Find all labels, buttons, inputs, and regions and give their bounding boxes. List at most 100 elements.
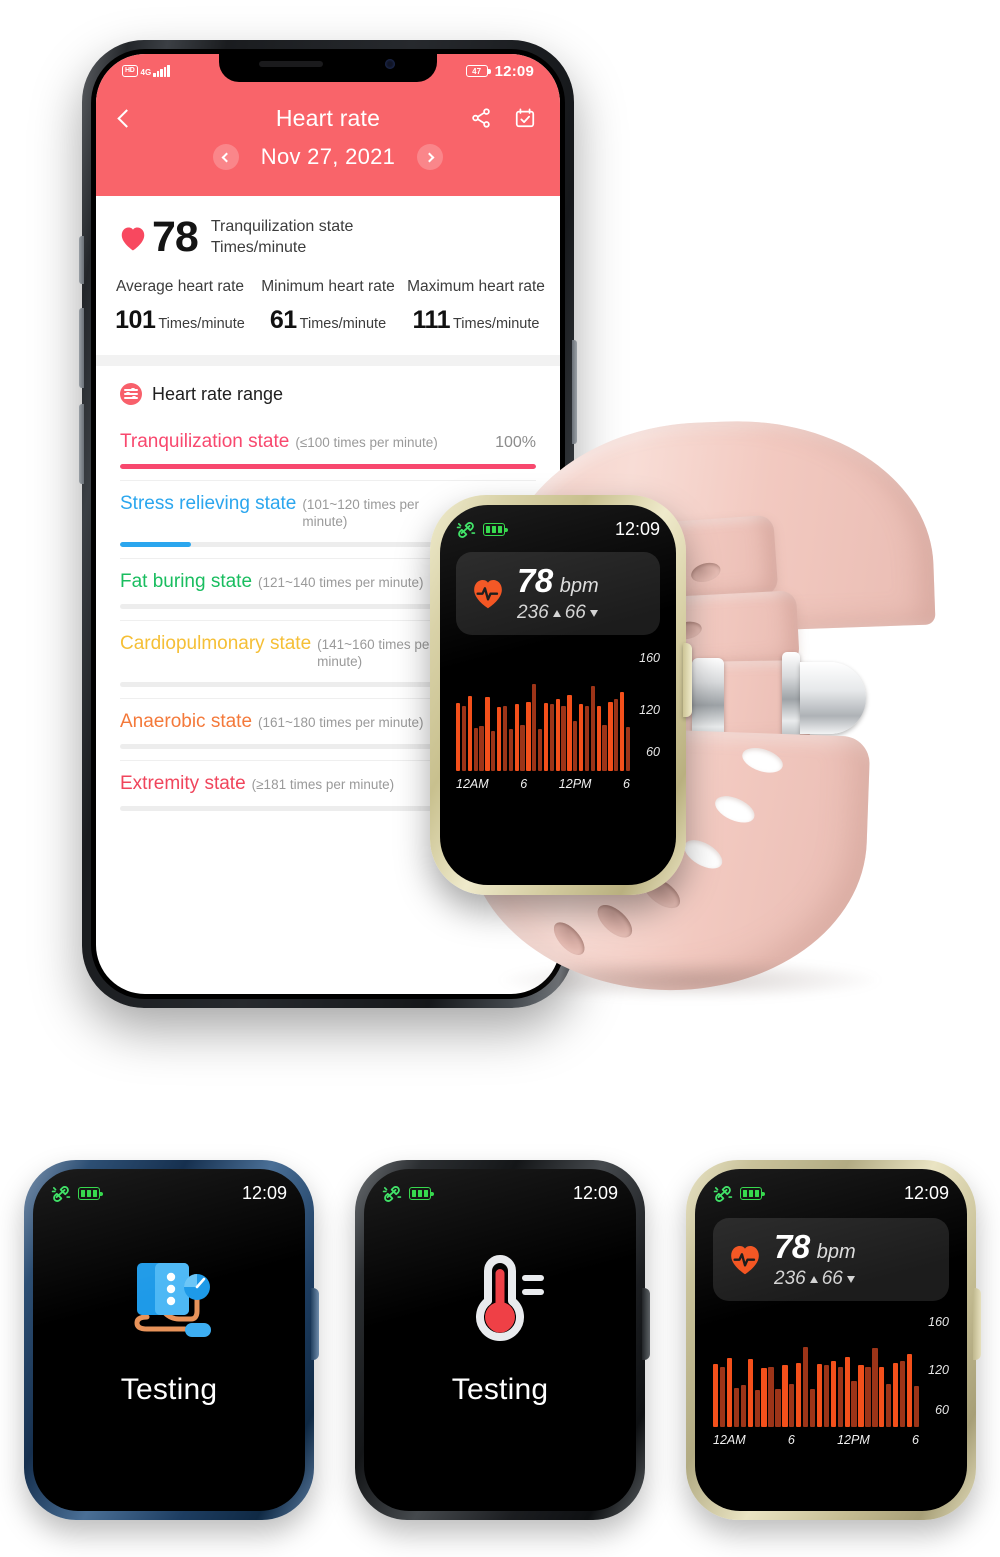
metric-unit: Times/minute [158, 316, 245, 333]
x-axis-labels: 12AM 6 12PM 6 [456, 777, 630, 791]
calendar-check-icon[interactable] [514, 107, 536, 129]
chart-bar [508, 729, 513, 771]
watch-screen: 12:09 78 bpm 236 66 160 120 60 12AM 6 12… [440, 505, 676, 885]
chart-bar [538, 729, 543, 771]
main-watch-product: 12:09 78 bpm 236 66 160 120 60 12AM 6 12… [430, 400, 1000, 1040]
chart-bar [754, 1389, 760, 1427]
chart-bar [740, 1385, 747, 1427]
bpm-max-value: 236 [774, 1268, 806, 1289]
metric-unit: Times/minute [299, 316, 387, 333]
chart-bars [456, 667, 631, 771]
chart-bar [625, 727, 631, 771]
watch-screen: 12:09 Testing [364, 1169, 636, 1511]
watch-side-button[interactable] [973, 1288, 981, 1360]
chart-bar [461, 706, 467, 771]
watch-side-button[interactable] [311, 1288, 319, 1360]
prev-day-button[interactable] [212, 144, 239, 170]
app-navbar: Heart rate [96, 88, 560, 144]
bpm-minmax-row: 236 66 [774, 1268, 856, 1290]
heart-pulse-icon [731, 1245, 759, 1275]
chart-bar [514, 703, 519, 771]
thermometer-icon [476, 1255, 544, 1341]
chart-bar [768, 1367, 774, 1427]
bpm-unit: bpm [816, 1241, 856, 1263]
band-hole [591, 899, 638, 944]
heart-rate-values: 78 bpm 236 66 [774, 1228, 856, 1290]
current-unit-label: Times/minute [210, 238, 307, 256]
x-tick-label: 6 [787, 1433, 795, 1447]
battery-full-icon [409, 1187, 434, 1200]
bluetooth-disconnected-icon [51, 1185, 71, 1202]
app-header: HD 4G 47 12:09 Heart rate Nov 27, 2021 [96, 54, 560, 196]
x-tick-label: 12AM [456, 777, 489, 791]
chart-bar [713, 1364, 719, 1427]
metric-maximum: Maximum heart rate 111 Times/minute [402, 277, 550, 335]
y-tick-label: 120 [639, 703, 660, 717]
chart-bar [858, 1365, 864, 1427]
battery-full-icon [78, 1187, 103, 1200]
watch-side-button[interactable] [683, 643, 692, 717]
hd-icon: HD [122, 65, 138, 77]
next-day-button[interactable] [417, 144, 444, 170]
current-bpm-value: 78 [152, 213, 199, 261]
zone-name: Extremity state [120, 772, 246, 794]
range-section-title: Heart rate range [152, 383, 284, 404]
watch-status-left [382, 1185, 434, 1203]
chart-bar [532, 684, 537, 771]
chart-bar [865, 1367, 871, 1427]
battery-icon: 47 [465, 65, 491, 77]
chart-bar [479, 725, 484, 771]
status-left-group: HD 4G [122, 65, 170, 77]
section-divider [96, 355, 560, 367]
bpm-minmax-row: 236 66 [517, 602, 599, 624]
bluetooth-disconnected-icon [382, 1185, 402, 1202]
triangle-up-icon [809, 1275, 818, 1283]
watch-clock: 12:09 [241, 1183, 287, 1203]
chart-bar [456, 702, 461, 771]
heart-rate-card[interactable]: 78 bpm 236 66 [456, 552, 660, 635]
share-icon[interactable] [470, 107, 492, 129]
watch-side-button[interactable] [642, 1288, 650, 1360]
navbar-actions [470, 107, 536, 129]
bluetooth-disconnected-icon [713, 1185, 733, 1202]
status-clock: 12:09 [494, 62, 534, 80]
chart-bar [816, 1364, 823, 1427]
zone-range: (161~180 times per minute) [258, 714, 424, 730]
front-camera [385, 59, 395, 69]
bpm-value: 78 [517, 562, 553, 599]
band-hole [739, 743, 786, 778]
zone-range: (≤100 times per minute) [295, 435, 438, 451]
watch-clock: 12:09 [614, 519, 660, 539]
chart-bar [872, 1348, 878, 1427]
metrics-row: Average heart rate 101 Times/minute Minim… [96, 275, 560, 355]
blood-pressure-monitor-icon [134, 1263, 211, 1337]
heart-rate-values: 78 bpm 236 66 [517, 562, 599, 624]
x-tick-label: 6 [520, 777, 528, 791]
zone-range: (121~140 times per minute) [258, 575, 424, 591]
chart-bar [892, 1363, 899, 1427]
heart-filled-icon [121, 227, 145, 250]
x-tick-label: 12AM [713, 1433, 746, 1447]
chart-bar [467, 695, 472, 771]
metric-value: 61 [269, 306, 297, 335]
heart-rate-card[interactable]: 78 bpm 236 66 [713, 1218, 949, 1301]
metric-value-row: 101 Times/minute [106, 306, 254, 335]
phone-volume-up-button[interactable] [79, 308, 84, 388]
phone-volume-down-button[interactable] [79, 404, 84, 484]
chart-bar [851, 1381, 857, 1427]
chart-bar [906, 1354, 913, 1427]
y-tick-label: 60 [935, 1403, 949, 1417]
chart-bar [502, 706, 508, 771]
band-hole [711, 790, 759, 828]
chart-bar [913, 1386, 920, 1427]
phone-silent-switch[interactable] [79, 236, 84, 284]
watch-color-variants: 12:09 Testing 12:09 Testing 12:09 78 bpm… [0, 1160, 1000, 1550]
current-reading: 78 Tranquilization state Times/minute [96, 196, 560, 275]
band-keeper-right [782, 652, 800, 738]
watch-status-bar: 12:09 [456, 519, 660, 540]
band-hole [679, 834, 727, 875]
metric-value: 111 [412, 306, 451, 335]
current-state-label: Tranquilization state [210, 218, 354, 236]
chart-bar [879, 1367, 885, 1427]
chart-bar [761, 1368, 767, 1427]
